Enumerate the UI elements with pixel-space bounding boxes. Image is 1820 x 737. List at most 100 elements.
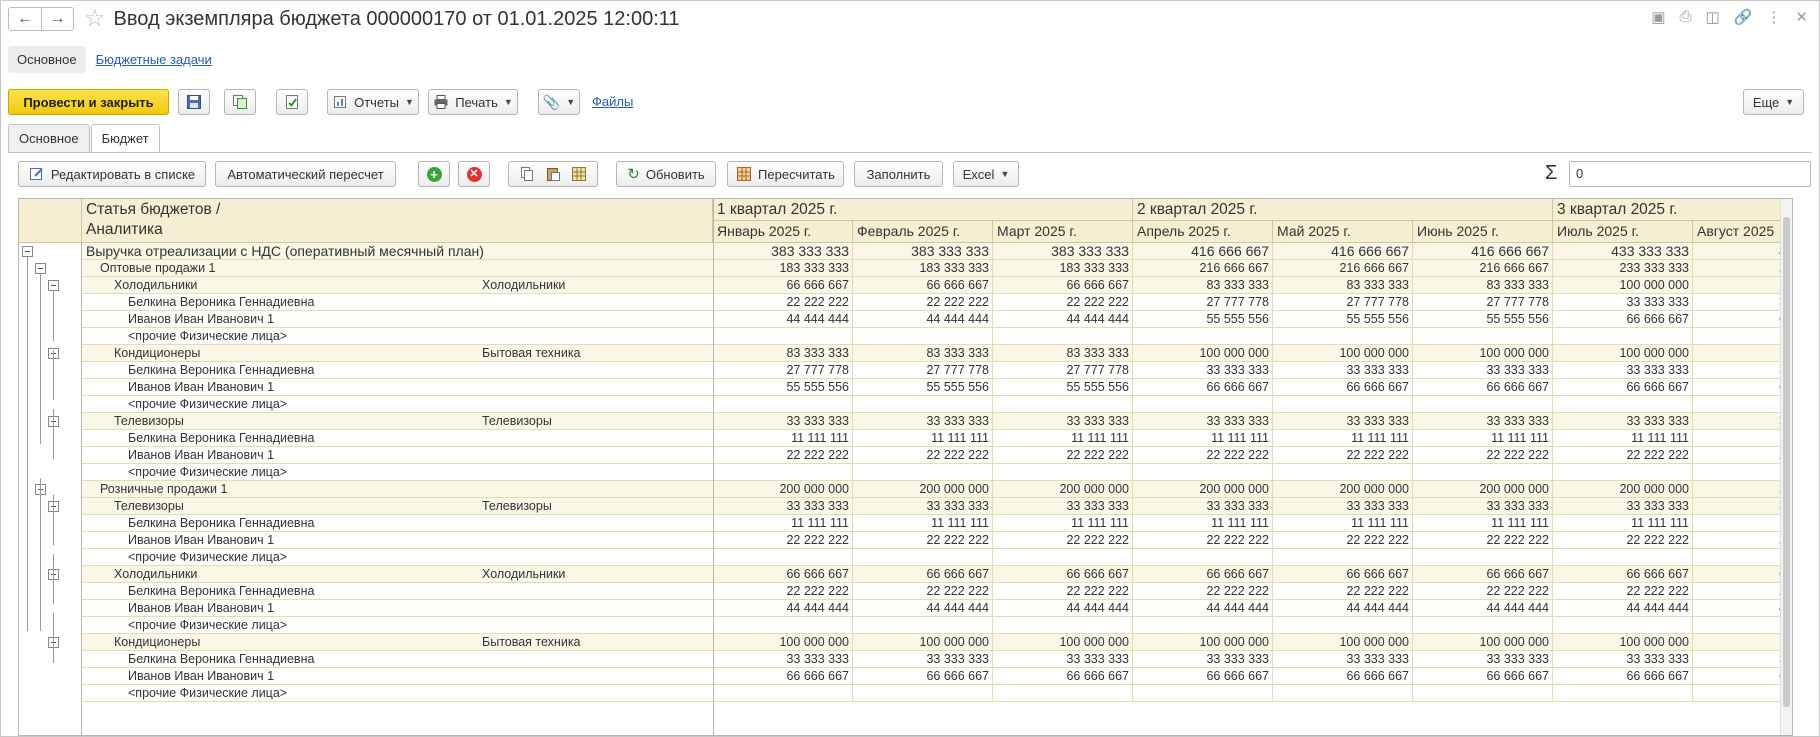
row-value-cell[interactable]: 66 666 667 <box>1413 668 1553 685</box>
table-row[interactable]: Иванов Иван Иванович 1 22 222 222 22 222 2… <box>19 532 1792 549</box>
row-value-cell[interactable] <box>853 396 993 413</box>
row-value-cell[interactable]: 33 <box>1693 651 1792 668</box>
row-value-cell[interactable] <box>853 617 993 634</box>
row-value-cell[interactable]: 66 <box>1693 311 1792 328</box>
row-value-cell[interactable]: 55 555 556 <box>1273 311 1413 328</box>
row-value-cell[interactable]: 33 333 333 <box>1133 413 1273 430</box>
row-value-cell[interactable] <box>853 549 993 566</box>
row-value-cell[interactable] <box>1553 328 1693 345</box>
row-value-cell[interactable]: 433 333 333 <box>1553 243 1693 260</box>
row-value-cell[interactable]: 66 666 667 <box>1413 566 1553 583</box>
row-value-cell[interactable]: 33 <box>1693 413 1792 430</box>
row-value-cell[interactable]: 33 333 333 <box>1413 413 1553 430</box>
row-value-cell[interactable]: 433 3 <box>1693 243 1792 260</box>
row-value-cell[interactable]: 33 333 333 <box>1553 498 1693 515</box>
row-value-cell[interactable] <box>1413 464 1553 481</box>
row-value-cell[interactable]: 66 666 667 <box>713 668 853 685</box>
row-value-cell[interactable]: 55 555 556 <box>853 379 993 396</box>
row-value-cell[interactable]: 66 666 667 <box>1133 566 1273 583</box>
row-value-cell[interactable]: 11 111 111 <box>1413 515 1553 532</box>
row-value-cell[interactable]: 100 000 000 <box>1553 634 1693 651</box>
row-value-cell[interactable]: 33 333 333 <box>853 651 993 668</box>
row-value-cell[interactable]: 22 222 222 <box>853 532 993 549</box>
row-value-cell[interactable]: 416 666 667 <box>1133 243 1273 260</box>
row-value-cell[interactable]: 100 000 000 <box>1553 277 1693 294</box>
row-value-cell[interactable]: 27 777 778 <box>1133 294 1273 311</box>
table-row[interactable]: Телевизоры Телевизоры 33 333 333 33 333 333… <box>19 498 1792 515</box>
row-value-cell[interactable] <box>1413 396 1553 413</box>
row-value-cell[interactable]: 66 666 667 <box>993 277 1133 294</box>
row-value-cell[interactable]: 22 222 222 <box>713 447 853 464</box>
row-value-cell[interactable]: 44 <box>1693 600 1792 617</box>
table-row[interactable]: Выручка отреализации с НДС (оперативный … <box>19 243 1792 260</box>
row-value-cell[interactable]: 66 666 667 <box>993 668 1133 685</box>
row-value-cell[interactable]: 66 666 667 <box>1553 668 1693 685</box>
row-value-cell[interactable]: 100 <box>1693 345 1792 362</box>
row-value-cell[interactable]: 33 333 333 <box>1413 651 1553 668</box>
row-value-cell[interactable] <box>1133 685 1273 702</box>
section-budget-tasks-link[interactable]: Бюджетные задачи <box>96 52 212 67</box>
table-row[interactable]: <прочие Физические лица> <box>19 328 1792 345</box>
row-value-cell[interactable]: 383 333 333 <box>993 243 1133 260</box>
row-value-cell[interactable]: 100 <box>1693 277 1792 294</box>
row-value-cell[interactable] <box>993 685 1133 702</box>
row-value-cell[interactable]: 200 000 000 <box>853 481 993 498</box>
row-value-cell[interactable]: 83 333 333 <box>1133 277 1273 294</box>
row-value-cell[interactable]: 66 666 667 <box>853 668 993 685</box>
row-value-cell[interactable] <box>1133 464 1273 481</box>
row-value-cell[interactable]: 33 333 333 <box>1133 498 1273 515</box>
row-value-cell[interactable]: 33 333 333 <box>1133 362 1273 379</box>
table-row[interactable]: Белкина Вероника Геннадиевна 33 333 333 33… <box>19 651 1792 668</box>
favorite-star-icon[interactable]: ☆ <box>84 7 106 31</box>
more-vertical-icon[interactable]: ⋮ <box>1766 8 1781 26</box>
month-header[interactable]: Февраль 2025 г. <box>853 221 993 243</box>
row-value-cell[interactable]: 33 333 333 <box>1413 362 1553 379</box>
row-value-cell[interactable]: 200 000 000 <box>1553 481 1693 498</box>
row-value-cell[interactable] <box>713 396 853 413</box>
row-value-cell[interactable]: 22 222 222 <box>1133 447 1273 464</box>
sum-field[interactable]: 0 <box>1569 161 1811 187</box>
print-button[interactable]: Печать ▼ <box>428 89 518 115</box>
row-value-cell[interactable]: 44 444 444 <box>713 311 853 328</box>
row-value-cell[interactable]: 11 111 111 <box>1553 430 1693 447</box>
edit-in-list-button[interactable]: Редактировать в списке <box>18 161 206 187</box>
row-value-cell[interactable]: 100 000 000 <box>713 634 853 651</box>
row-value-cell[interactable]: 11 111 111 <box>713 515 853 532</box>
row-value-cell[interactable]: 83 333 333 <box>1273 277 1413 294</box>
row-value-cell[interactable]: 22 222 222 <box>993 532 1133 549</box>
row-value-cell[interactable]: 66 666 667 <box>713 277 853 294</box>
row-value-cell[interactable] <box>1273 617 1413 634</box>
row-value-cell[interactable]: 33 333 333 <box>1273 362 1413 379</box>
refresh-button[interactable]: ↻ Обновить <box>616 161 716 187</box>
row-value-cell[interactable]: 22 222 222 <box>853 583 993 600</box>
attach-button[interactable]: 📎 ▼ <box>538 89 580 115</box>
month-header[interactable]: Июль 2025 г. <box>1553 221 1693 243</box>
row-value-cell[interactable]: 383 333 333 <box>713 243 853 260</box>
table-row[interactable]: Иванов Иван Иванович 1 44 444 444 44 444 4… <box>19 311 1792 328</box>
reports-button[interactable]: Отчеты ▼ <box>327 89 419 115</box>
row-value-cell[interactable]: 22 <box>1693 532 1792 549</box>
row-value-cell[interactable]: 200 000 000 <box>1273 481 1413 498</box>
row-value-cell[interactable]: 11 111 111 <box>993 515 1133 532</box>
row-value-cell[interactable]: 100 000 000 <box>1273 345 1413 362</box>
row-value-cell[interactable]: 66 666 667 <box>853 566 993 583</box>
row-value-cell[interactable]: 1 <box>1693 515 1792 532</box>
row-value-cell[interactable]: 233 333 333 <box>1553 260 1693 277</box>
table-row[interactable]: Белкина Вероника Геннадиевна 11 111 111 11… <box>19 515 1792 532</box>
row-value-cell[interactable] <box>993 549 1133 566</box>
row-value-cell[interactable]: 22 222 222 <box>853 294 993 311</box>
row-value-cell[interactable]: 55 555 556 <box>993 379 1133 396</box>
row-value-cell[interactable]: 11 111 111 <box>853 515 993 532</box>
row-value-cell[interactable]: 11 111 111 <box>853 430 993 447</box>
row-value-cell[interactable]: 33 333 333 <box>713 651 853 668</box>
table-row[interactable]: Белкина Вероника Геннадиевна 11 111 111 11… <box>19 430 1792 447</box>
row-value-cell[interactable] <box>993 464 1133 481</box>
row-value-cell[interactable]: 33 333 333 <box>1133 651 1273 668</box>
row-value-cell[interactable]: 33 333 333 <box>853 413 993 430</box>
row-value-cell[interactable]: 33 333 333 <box>993 651 1133 668</box>
row-value-cell[interactable]: 183 333 333 <box>993 260 1133 277</box>
row-value-cell[interactable]: 33 333 333 <box>1553 651 1693 668</box>
row-value-cell[interactable]: 66 <box>1693 379 1792 396</box>
month-header[interactable]: Январь 2025 г. <box>713 221 853 243</box>
row-value-cell[interactable] <box>1133 396 1273 413</box>
